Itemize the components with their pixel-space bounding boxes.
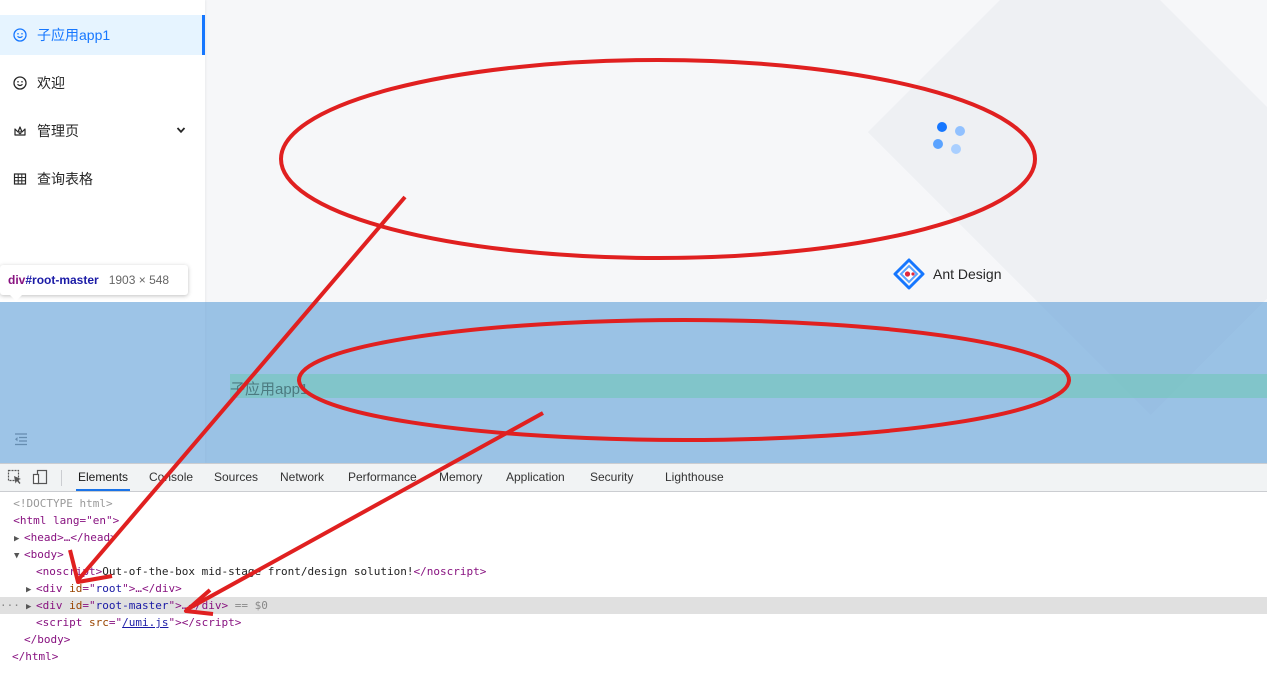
sidebar-item-welcome[interactable]: 欢迎 [0,63,205,103]
script-src-link[interactable]: /umi.js [122,616,168,629]
highlight-content-text: 子应用app1 [230,381,309,398]
smile-icon [12,75,28,91]
app-viewport: 子应用app1 欢迎 管理页 查询表格 Ant Design div#root-… [0,0,1267,463]
devtools-panel: Elements Console Sources Network Perform… [0,463,1267,678]
chevron-down-icon[interactable] [175,123,187,139]
ant-design-logo-icon [893,258,925,290]
dom-node-head[interactable]: ▶ <head>…</head> [0,529,1267,546]
tooltip-element-size: 1903 × 548 [108,273,170,287]
table-icon [12,171,28,187]
tab-console[interactable]: Console [147,464,195,491]
smile-icon [12,27,28,43]
inspect-element-icon[interactable] [7,469,23,485]
loading-spinner-icon [928,118,968,158]
sidebar-item-query-table[interactable]: 查询表格 [0,159,205,199]
tab-memory[interactable]: Memory [437,464,484,491]
sidebar-item-label: 子应用app1 [37,27,111,43]
highlight-content-box [230,374,1267,398]
dom-node-body[interactable]: ▼ <body> [0,546,1267,563]
sidebar-item-app1[interactable]: 子应用app1 [0,15,205,55]
dom-node-html-close: </html> [12,650,59,663]
toolbar-divider [61,470,62,486]
devtools-toolbar: Elements Console Sources Network Perform… [0,464,1267,492]
tab-security[interactable]: Security [588,464,635,491]
sidebar-item-label: 欢迎 [37,75,65,91]
tab-lighthouse[interactable]: Lighthouse [663,464,726,491]
logo-text: Ant Design [933,266,1002,282]
sidebar-item-label: 查询表格 [37,171,93,187]
tab-elements[interactable]: Elements [76,464,131,491]
dom-node-div-root-master[interactable]: ··· ▶ <div id="root-master">…</div> == $0 [0,597,1267,614]
inspect-tooltip: div#root-master 1903 × 548 [0,265,188,301]
more-options-icon[interactable]: ··· [0,597,20,614]
dom-node-doctype[interactable]: <!DOCTYPE html> [0,495,1267,512]
dom-node-script[interactable]: <script src="/umi.js"></script> [0,614,1267,631]
sidebar-item-admin[interactable]: 管理页 [0,111,205,151]
dom-node-noscript[interactable]: <noscript>Out-of-the-box mid-stage front… [0,563,1267,580]
tab-sources[interactable]: Sources [212,464,260,491]
dom-node-html[interactable]: <html lang="en"> [0,512,1267,529]
sidebar-item-label: 管理页 [37,123,79,139]
tab-application[interactable]: Application [504,464,567,491]
ant-design-logo: Ant Design [893,258,1001,290]
dom-node-div-root[interactable]: ▶ <div id="root">…</div> [0,580,1267,597]
dom-tree: <!DOCTYPE html> <html lang="en"> ▶ <head>… [0,492,1267,678]
crown-icon [12,123,28,139]
tab-network[interactable]: Network [278,464,326,491]
tooltip-element-tag: div#root-master [8,273,99,287]
device-toolbar-icon[interactable] [32,469,48,485]
dom-node-body-close: </body> [24,633,71,646]
tab-performance[interactable]: Performance [346,464,419,491]
